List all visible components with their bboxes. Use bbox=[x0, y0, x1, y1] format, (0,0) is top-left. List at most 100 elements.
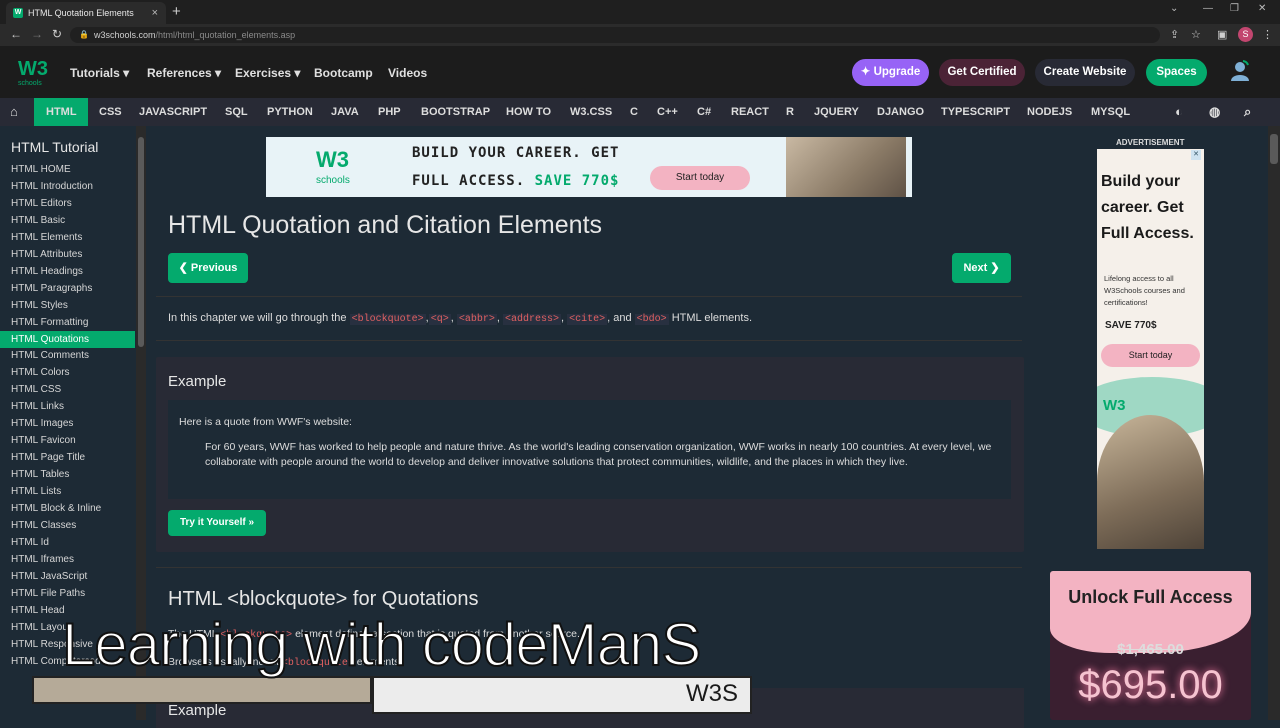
logo-mark: W3 bbox=[18, 58, 48, 80]
page-scrollbar[interactable] bbox=[1268, 126, 1280, 720]
caption-text: Learning with codeManS bbox=[61, 610, 702, 679]
kebab-menu-icon[interactable]: ⋮ bbox=[1262, 28, 1273, 41]
url-bar[interactable]: 🔒 w3schools.com/html/html_quotation_elem… bbox=[70, 27, 1160, 43]
close-tab-icon[interactable]: × bbox=[152, 2, 158, 24]
subnav-php[interactable]: PHP bbox=[378, 106, 401, 118]
get-certified-button[interactable]: Get Certified bbox=[939, 59, 1025, 86]
forward-icon[interactable]: → bbox=[31, 27, 43, 41]
browser-tab[interactable]: W HTML Quotation Elements × bbox=[6, 2, 166, 24]
previous-button[interactable]: ❮ Previous bbox=[168, 253, 248, 283]
sidebar-item[interactable]: HTML Headings bbox=[11, 266, 135, 277]
subnav-typescript[interactable]: TYPESCRIPT bbox=[941, 106, 1010, 118]
share-icon[interactable]: ⇪ bbox=[1170, 28, 1179, 41]
ad-banner[interactable]: W3 schools BUILD YOUR CAREER. GET FULL A… bbox=[266, 137, 912, 197]
menu-tutorials[interactable]: Tutorials ▾ bbox=[70, 66, 129, 80]
subnav-jquery[interactable]: JQUERY bbox=[814, 106, 859, 118]
sidebar-item[interactable]: HTML Elements bbox=[11, 232, 135, 243]
example-blockquote: For 60 years, WWF has worked to help peo… bbox=[205, 441, 992, 468]
spaces-button[interactable]: Spaces bbox=[1146, 59, 1207, 86]
page-scroll-thumb[interactable] bbox=[1270, 134, 1278, 164]
subnav-react[interactable]: REACT bbox=[731, 106, 769, 118]
sidebar-item[interactable]: HTML Images bbox=[11, 418, 135, 429]
sidebar-item[interactable]: HTML Editors bbox=[11, 198, 135, 209]
dark-mode-icon[interactable]: ◐ bbox=[1175, 104, 1183, 119]
sidebar-item[interactable]: HTML CSS bbox=[11, 384, 135, 395]
sidebar-item[interactable]: HTML Block & Inline bbox=[11, 503, 135, 514]
ad-line1: BUILD YOUR CAREER. GET bbox=[412, 145, 620, 161]
user-icon[interactable] bbox=[1230, 60, 1250, 82]
minimize-icon[interactable]: — bbox=[1203, 3, 1213, 14]
subnav-nodejs[interactable]: NODEJS bbox=[1027, 106, 1072, 118]
sidebar-item[interactable]: HTML JavaScript bbox=[11, 571, 135, 582]
subnav-django[interactable]: DJANGO bbox=[877, 106, 924, 118]
sidebar-item[interactable]: HTML Classes bbox=[11, 520, 135, 531]
subnav-mysql[interactable]: MYSQL bbox=[1091, 106, 1130, 118]
search-icon[interactable]: ⌕ bbox=[1244, 104, 1251, 120]
menu-exercises[interactable]: Exercises ▾ bbox=[235, 66, 300, 80]
subnav-javascript[interactable]: JAVASCRIPT bbox=[139, 106, 207, 118]
subnav-html[interactable]: HTML bbox=[46, 106, 77, 118]
subnav-bootstrap[interactable]: BOOTSTRAP bbox=[421, 106, 490, 118]
sidebar-item[interactable]: HTML Tables bbox=[11, 469, 135, 480]
reload-icon[interactable]: ↻ bbox=[52, 27, 62, 41]
subnav-w3css[interactable]: W3.CSS bbox=[570, 106, 612, 118]
sidebar-item[interactable]: HTML Formatting bbox=[11, 317, 135, 328]
menu-bootcamp[interactable]: Bootcamp bbox=[314, 66, 373, 80]
menu-videos[interactable]: Videos bbox=[388, 66, 427, 80]
intro-paragraph: In this chapter we will go through the <… bbox=[168, 312, 753, 325]
subnav-css[interactable]: CSS bbox=[99, 106, 122, 118]
subnav-r[interactable]: R bbox=[786, 106, 794, 118]
home-icon[interactable]: ⌂ bbox=[10, 104, 18, 119]
subnav-c[interactable]: C bbox=[630, 106, 638, 118]
subnav-sql[interactable]: SQL bbox=[225, 106, 248, 118]
subnav-python[interactable]: PYTHON bbox=[267, 106, 313, 118]
next-button[interactable]: Next ❯ bbox=[952, 253, 1011, 283]
sidebar-item[interactable]: HTML Id bbox=[11, 537, 135, 548]
example-title: Example bbox=[168, 373, 227, 390]
sidebar-item[interactable]: HTML Basic bbox=[11, 215, 135, 226]
subnav-java[interactable]: JAVA bbox=[331, 106, 359, 118]
w3schools-logo[interactable]: W3 schools bbox=[18, 58, 50, 88]
globe-icon[interactable]: ◍ bbox=[1209, 104, 1220, 120]
back-icon[interactable]: ← bbox=[10, 27, 22, 41]
subnav-howto[interactable]: HOW TO bbox=[506, 106, 551, 118]
tab-search-icon[interactable]: ⌄ bbox=[1170, 3, 1178, 14]
sidebar-item[interactable]: HTML HOME bbox=[11, 164, 135, 175]
divider bbox=[156, 567, 1022, 568]
menu-references[interactable]: References ▾ bbox=[147, 66, 221, 80]
example-title: Example bbox=[168, 702, 227, 719]
sky-start-button[interactable]: Start today bbox=[1101, 344, 1200, 367]
try-it-yourself-button[interactable]: Try it Yourself » bbox=[168, 510, 266, 536]
sidebar-title: HTML Tutorial bbox=[11, 139, 99, 155]
sidebar-item[interactable]: HTML Comments bbox=[11, 350, 135, 361]
sidebar-scroll-thumb[interactable] bbox=[138, 137, 144, 347]
sidebar-item[interactable]: HTML File Paths bbox=[11, 588, 135, 599]
close-window-icon[interactable]: ✕ bbox=[1258, 3, 1266, 14]
profile-avatar[interactable]: S bbox=[1238, 27, 1253, 42]
skyscraper-ad[interactable]: ✕ Build your career. Get Full Access. Li… bbox=[1097, 149, 1204, 549]
sidebar-item[interactable]: HTML Introduction bbox=[11, 181, 135, 192]
sidebar-item[interactable]: HTML Quotations bbox=[11, 334, 135, 345]
upgrade-button[interactable]: ✦ Upgrade bbox=[852, 59, 929, 86]
sidebar-item[interactable]: HTML Iframes bbox=[11, 554, 135, 565]
sidebar-item[interactable]: HTML Links bbox=[11, 401, 135, 412]
bookmark-star-icon[interactable]: ☆ bbox=[1191, 28, 1201, 41]
unlock-ad[interactable]: Unlock Full Access $1,465.00 $695.00 bbox=[1050, 571, 1251, 720]
sidebar-item[interactable]: HTML Attributes bbox=[11, 249, 135, 260]
ad-close-icon[interactable]: ✕ bbox=[1191, 150, 1201, 160]
sidebar-item[interactable]: HTML Favicon bbox=[11, 435, 135, 446]
sidebar-item[interactable]: HTML Paragraphs bbox=[11, 283, 135, 294]
create-website-button[interactable]: Create Website bbox=[1035, 59, 1135, 86]
subnav-csharp[interactable]: C# bbox=[697, 106, 711, 118]
sidebar-item[interactable]: HTML Styles bbox=[11, 300, 135, 311]
browser-tab-bar bbox=[0, 0, 1280, 24]
subnav-cpp[interactable]: C++ bbox=[657, 106, 678, 118]
restore-icon[interactable]: ❐ bbox=[1230, 3, 1239, 14]
new-tab-button[interactable]: + bbox=[172, 2, 181, 22]
sidebar-toggle-icon[interactable]: ▣ bbox=[1217, 28, 1227, 41]
sidebar-item[interactable]: HTML Lists bbox=[11, 486, 135, 497]
ad-start-button[interactable]: Start today bbox=[650, 166, 750, 190]
sidebar-item[interactable]: HTML Page Title bbox=[11, 452, 135, 463]
sidebar-item[interactable]: HTML Colors bbox=[11, 367, 135, 378]
url-host: w3schools.com bbox=[94, 30, 156, 40]
